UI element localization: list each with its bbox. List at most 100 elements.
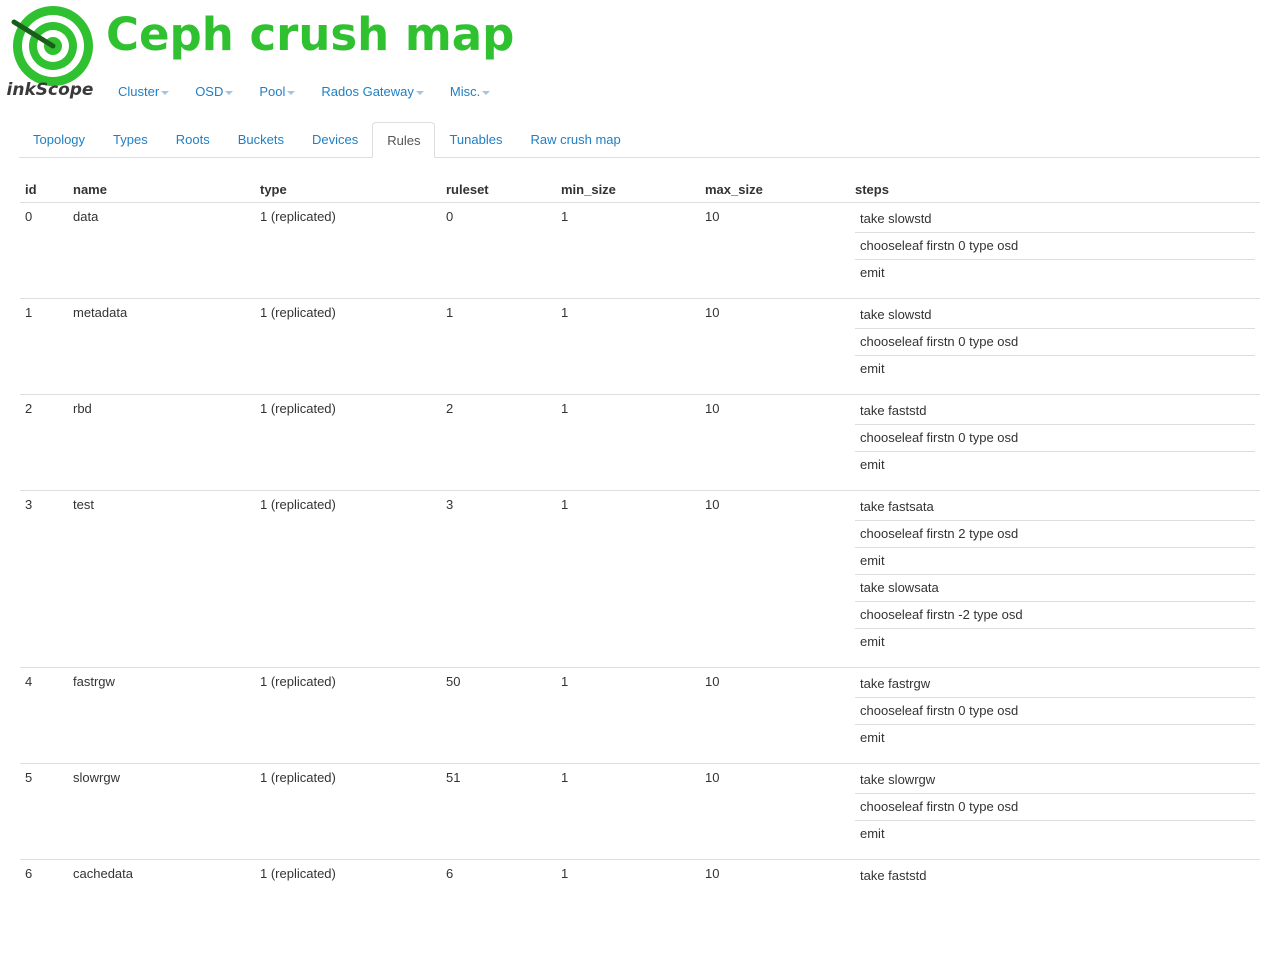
cell-name: slowrgw	[68, 763, 255, 860]
step-row: chooseleaf firstn 0 type osd	[855, 232, 1255, 260]
tab-buckets[interactable]: Buckets	[224, 122, 298, 157]
steps-list: take fastsata chooseleaf firstn 2 type os…	[855, 494, 1255, 655]
steps-list: take slowstd chooseleaf firstn 0 type osd…	[855, 206, 1255, 286]
cell-name: rbd	[68, 394, 255, 491]
table-row: 3 test 1 (replicated) 3 1 10 take fastsata choo…	[20, 490, 1260, 668]
cell-id: 5	[20, 763, 68, 860]
column-header-steps: steps	[850, 178, 1260, 203]
step-row: take fastrgw	[855, 671, 1255, 698]
crush-map-tabs: Topology Types Roots Buckets Devices Rules Tun…	[19, 122, 1260, 158]
step-row: emit	[855, 547, 1255, 575]
cell-id: 6	[20, 859, 68, 901]
step-row: take slowrgw	[855, 767, 1255, 794]
step-item: chooseleaf firstn 0 type osd	[855, 697, 1255, 725]
nav-label: Misc.	[449, 84, 481, 99]
rules-table: id name type ruleset min_size max_size steps 0…	[20, 178, 1260, 901]
cell-type: 1 (replicated)	[255, 763, 441, 860]
step-item: take fastrgw	[855, 671, 1255, 698]
step-item: chooseleaf firstn 0 type osd	[855, 232, 1255, 260]
step-row: take faststd	[855, 863, 1255, 889]
step-item: chooseleaf firstn 0 type osd	[855, 793, 1255, 821]
cell-name: fastrgw	[68, 667, 255, 764]
cell-min-size: 1	[556, 763, 700, 860]
cell-max-size: 10	[700, 490, 850, 668]
tab-tunables[interactable]: Tunables	[435, 122, 516, 157]
nav-cluster-dropdown[interactable]: Cluster	[118, 83, 170, 101]
cell-max-size: 10	[700, 202, 850, 299]
cell-max-size: 10	[700, 859, 850, 901]
nav-label: Pool	[259, 84, 286, 99]
step-item: take slowstd	[855, 302, 1255, 329]
step-item: chooseleaf firstn 2 type osd	[855, 520, 1255, 548]
tab-rules[interactable]: Rules	[372, 122, 436, 158]
step-row: chooseleaf firstn -2 type osd	[855, 601, 1255, 629]
cell-type: 1 (replicated)	[255, 859, 441, 901]
step-row: chooseleaf firstn 2 type osd	[855, 520, 1255, 548]
steps-list: take slowstd chooseleaf firstn 0 type osd…	[855, 302, 1255, 382]
cell-type: 1 (replicated)	[255, 298, 441, 395]
cell-steps: take slowstd chooseleaf firstn 0 type osd…	[850, 202, 1260, 299]
cell-type: 1 (replicated)	[255, 490, 441, 668]
nav-osd-dropdown[interactable]: OSD	[195, 83, 234, 101]
cell-steps: take faststd	[850, 859, 1260, 901]
step-row: take slowsata	[855, 574, 1255, 602]
tab-types[interactable]: Types	[99, 122, 162, 157]
nav-misc-dropdown[interactable]: Misc.	[449, 83, 491, 101]
tab-raw-crush-map[interactable]: Raw crush map	[516, 122, 634, 157]
table-row: 2 rbd 1 (replicated) 2 1 10 take faststd choose…	[20, 394, 1260, 491]
cell-ruleset: 50	[441, 667, 556, 764]
nav-label: Cluster	[118, 84, 160, 99]
step-item: take slowsata	[855, 574, 1255, 602]
caret-down-icon	[482, 90, 491, 95]
cell-max-size: 10	[700, 394, 850, 491]
step-row: take fastsata	[855, 494, 1255, 521]
logo-text: inkScope	[6, 80, 94, 100]
cell-name: data	[68, 202, 255, 299]
cell-id: 0	[20, 202, 68, 299]
cell-min-size: 1	[556, 667, 700, 764]
nav-pool-dropdown[interactable]: Pool	[259, 83, 296, 101]
tab-devices[interactable]: Devices	[298, 122, 372, 157]
cell-name: cachedata	[68, 859, 255, 901]
cell-name: test	[68, 490, 255, 668]
cell-ruleset: 3	[441, 490, 556, 668]
cell-max-size: 10	[700, 298, 850, 395]
step-row: emit	[855, 821, 1255, 848]
cell-ruleset: 2	[441, 394, 556, 491]
table-row: 6 cachedata 1 (replicated) 6 1 10 take faststd	[20, 859, 1260, 901]
nav-label: OSD	[195, 84, 224, 99]
step-row: emit	[855, 356, 1255, 383]
step-item: take faststd	[860, 868, 927, 883]
cell-type: 1 (replicated)	[255, 667, 441, 764]
cell-steps: take slowrgw chooseleaf firstn 0 type osd…	[850, 763, 1260, 860]
steps-list: take fastrgw chooseleaf firstn 0 type osd…	[855, 671, 1255, 751]
step-row: chooseleaf firstn 0 type osd	[855, 328, 1255, 356]
step-item: emit	[860, 826, 885, 841]
cell-min-size: 1	[556, 490, 700, 668]
step-item: emit	[860, 730, 885, 745]
step-item: chooseleaf firstn -2 type osd	[855, 601, 1255, 629]
cell-id: 1	[20, 298, 68, 395]
caret-down-icon	[225, 90, 234, 95]
table-row: 1 metadata 1 (replicated) 1 1 10 take slowstd c…	[20, 298, 1260, 395]
step-row: chooseleaf firstn 0 type osd	[855, 424, 1255, 452]
step-item: emit	[860, 457, 885, 472]
step-item: chooseleaf firstn 0 type osd	[855, 424, 1255, 452]
step-item: chooseleaf firstn 0 type osd	[855, 328, 1255, 356]
table-body: 0 data 1 (replicated) 0 1 10 take slowstd choos…	[20, 202, 1260, 901]
step-item: emit	[860, 265, 885, 280]
caret-down-icon	[415, 90, 424, 95]
tab-topology[interactable]: Topology	[19, 122, 99, 157]
cell-ruleset: 0	[441, 202, 556, 299]
steps-list: take faststd	[855, 863, 1255, 889]
tab-roots[interactable]: Roots	[162, 122, 224, 157]
column-header-ruleset: ruleset	[441, 178, 556, 203]
caret-down-icon	[161, 90, 170, 95]
steps-list: take slowrgw chooseleaf firstn 0 type osd…	[855, 767, 1255, 847]
step-item: emit	[860, 361, 885, 376]
page-title: Ceph crush map	[106, 8, 515, 61]
column-header-name: name	[68, 178, 255, 203]
nav-rados-gateway-dropdown[interactable]: Rados Gateway	[321, 83, 424, 101]
step-item: take slowstd	[855, 206, 1255, 233]
cell-min-size: 1	[556, 298, 700, 395]
